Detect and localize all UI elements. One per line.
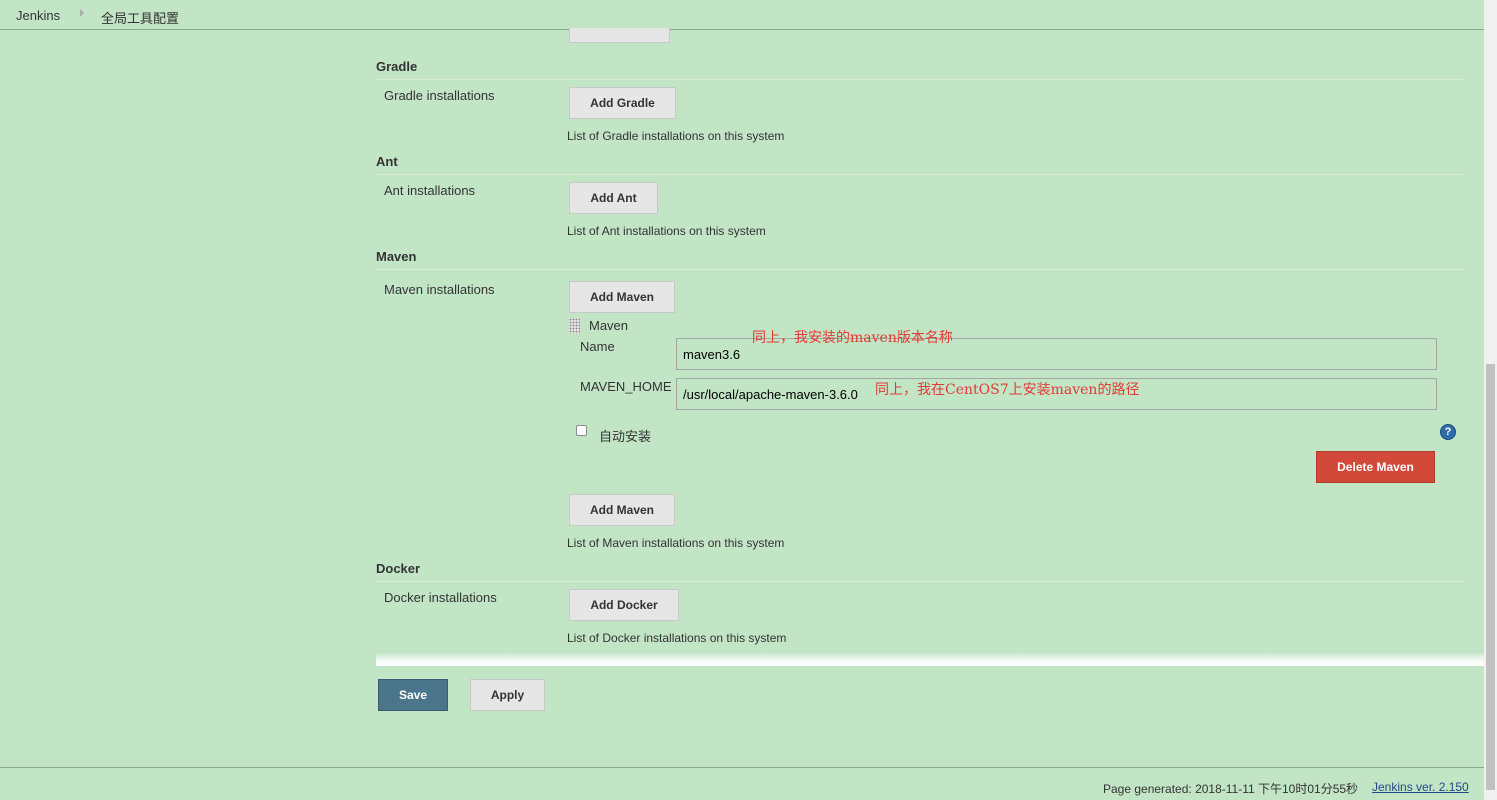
ant-help-text: List of Ant installations on this system [567, 224, 766, 238]
maven-section-title: Maven [376, 249, 417, 264]
ant-section-title: Ant [376, 154, 398, 169]
breadcrumb: Jenkins 全局工具配置 [0, 0, 1484, 30]
auto-install-checkbox[interactable] [576, 425, 587, 436]
save-button[interactable]: Save [378, 679, 448, 711]
auto-install-label: 自动安装 [599, 429, 652, 444]
vertical-scrollbar[interactable] [1484, 0, 1497, 800]
maven-help-text: List of Maven installations on this syst… [567, 536, 785, 550]
breadcrumb-global-tool-config[interactable]: 全局工具配置 [101, 8, 179, 27]
delete-maven-button[interactable]: Delete Maven [1316, 451, 1435, 483]
maven-installations-label: Maven installations [384, 282, 495, 297]
breadcrumb-jenkins[interactable]: Jenkins [16, 8, 60, 23]
add-maven-button[interactable]: Add Maven [569, 281, 675, 313]
maven-installation-header: Maven [589, 318, 629, 333]
drag-handle-icon[interactable] [569, 318, 581, 334]
bottom-button-bar [376, 652, 1484, 666]
page-generated-text: Page generated: 2018-11-11 下午10时01分55秒 [1103, 782, 1359, 796]
add-gradle-button[interactable]: Add Gradle [569, 87, 676, 119]
section-divider [376, 79, 1464, 80]
scrollbar-thumb[interactable] [1486, 364, 1495, 790]
breadcrumb-separator-icon [80, 9, 84, 17]
add-git-button-partial[interactable] [569, 28, 670, 43]
gradle-section-title: Gradle [376, 59, 418, 74]
jenkins-version-link[interactable]: Jenkins ver. 2.150 [1372, 780, 1469, 794]
footer-divider [0, 767, 1484, 768]
maven-home-label: MAVEN_HOME [580, 379, 672, 394]
apply-button[interactable]: Apply [470, 679, 545, 711]
add-docker-button[interactable]: Add Docker [569, 589, 679, 621]
docker-help-text: List of Docker installations on this sys… [567, 631, 787, 645]
gradle-installations-label: Gradle installations [384, 88, 495, 103]
help-icon[interactable]: ? [1440, 424, 1456, 440]
section-divider [376, 269, 1464, 270]
ant-installations-label: Ant installations [384, 183, 476, 198]
name-annotation: 同上，我安装的maven版本名称 [752, 330, 953, 346]
docker-installations-label: Docker installations [384, 590, 497, 605]
home-annotation: 同上，我在CentOS7上安装maven的路径 [875, 382, 1140, 398]
gradle-help-text: List of Gradle installations on this sys… [567, 129, 785, 143]
section-divider [376, 174, 1464, 175]
section-divider [376, 581, 1464, 582]
add-maven-button-bottom[interactable]: Add Maven [569, 494, 675, 526]
docker-section-title: Docker [376, 561, 421, 576]
maven-name-label: Name [580, 339, 615, 354]
add-ant-button[interactable]: Add Ant [569, 182, 658, 214]
